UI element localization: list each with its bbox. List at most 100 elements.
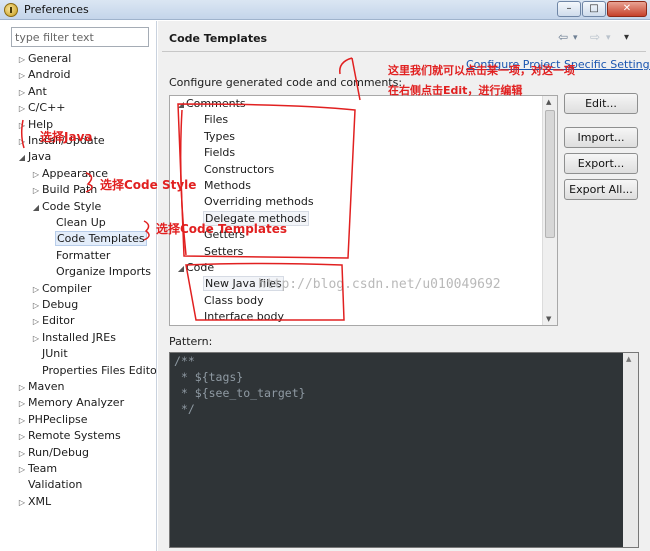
tree-item-phpeclipse[interactable]: ▷ PHPeclipse xyxy=(16,412,88,428)
tree-item-maven[interactable]: ▷ Maven xyxy=(16,379,65,396)
template-constructors[interactable]: Constructors xyxy=(204,162,274,178)
tree-item-formatter[interactable]: Formatter xyxy=(44,248,110,264)
tree-item-label: Team xyxy=(28,462,58,475)
tree-item-label: Code Style xyxy=(42,199,102,213)
edit-button[interactable]: Edit... xyxy=(564,93,638,114)
tree-item-team[interactable]: ▷ Team xyxy=(16,461,57,477)
tree-item-code-templates[interactable]: Code Templates xyxy=(44,231,147,247)
forward-menu-icon[interactable]: ▾ xyxy=(606,33,611,43)
tree-item-code-style[interactable]: ◢ Code Style xyxy=(30,199,101,215)
expand-arrow-icon[interactable]: ▷ xyxy=(30,298,42,314)
tree-item-clean-up[interactable]: Clean Up xyxy=(44,215,106,231)
template-interface-body[interactable]: Interface body xyxy=(204,309,284,325)
expand-arrow-icon[interactable]: ▷ xyxy=(16,462,28,478)
tree-item-label: Run/Debug xyxy=(28,445,89,459)
pattern-editor[interactable]: /** * ${tags} * ${see_to_target} */ ▲ xyxy=(169,352,639,548)
filter-input[interactable] xyxy=(11,27,149,47)
template-methods[interactable]: Methods xyxy=(204,178,251,194)
window-title-bar[interactable]: Preferences – □ ✕ xyxy=(0,0,650,20)
scroll-thumb[interactable] xyxy=(545,110,555,238)
expand-arrow-icon[interactable]: ▷ xyxy=(16,446,28,462)
template-files[interactable]: Files xyxy=(204,112,228,128)
tree-item-remote-systems[interactable]: ▷ Remote Systems xyxy=(16,428,121,444)
tree-item-java[interactable]: ◢ Java xyxy=(16,149,51,165)
template-setters[interactable]: Setters xyxy=(204,244,243,260)
annotation-note-line2: 在右侧点击Edit，进行编辑 xyxy=(388,84,523,97)
expand-arrow-icon[interactable]: ▷ xyxy=(30,282,42,298)
tree-item-label: Memory Analyzer xyxy=(28,396,125,410)
collapse-arrow-icon[interactable]: ◢ xyxy=(30,200,42,216)
collapse-arrow-icon[interactable]: ◢ xyxy=(176,261,186,277)
tree-item-installed-jres[interactable]: ▷ Installed JREs xyxy=(30,330,116,346)
tree-item-build-path[interactable]: ▷ Build Path xyxy=(30,182,97,198)
scroll-down-icon[interactable]: ▼ xyxy=(546,315,551,323)
export-all-button[interactable]: Export All... xyxy=(564,179,638,200)
view-menu-icon[interactable]: ▾ xyxy=(624,32,629,43)
tree-item-c-c[interactable]: ▷ C/C++ xyxy=(16,100,66,116)
tree-item-validation[interactable]: Validation xyxy=(16,477,82,493)
tree-item-compiler[interactable]: ▷ Compiler xyxy=(30,281,92,297)
forward-arrow-icon[interactable]: ⇨ xyxy=(590,30,600,44)
tree-item-editor[interactable]: ▷ Editor xyxy=(30,313,75,329)
pattern-scrollbar[interactable]: ▲ xyxy=(623,353,638,547)
close-button[interactable]: ✕ xyxy=(607,1,647,17)
template-code[interactable]: ◢ Code xyxy=(176,260,214,276)
template-types[interactable]: Types xyxy=(204,129,235,145)
tree-item-xml[interactable]: ▷ XML xyxy=(16,494,51,510)
tree-item-label: Java xyxy=(28,150,52,164)
expand-arrow-icon[interactable]: ▷ xyxy=(16,118,28,134)
expand-arrow-icon[interactable]: ▷ xyxy=(16,134,28,150)
expand-arrow-icon[interactable]: ▷ xyxy=(16,85,28,101)
expand-arrow-icon[interactable]: ▷ xyxy=(16,68,28,84)
expand-arrow-icon[interactable]: ▷ xyxy=(16,429,28,445)
collapse-arrow-icon[interactable]: ◢ xyxy=(176,97,186,113)
annotation-note-line1: 这里我们就可以点击某一项，对这一项 xyxy=(388,64,575,77)
tree-item-memory-analyzer[interactable]: ▷ Memory Analyzer xyxy=(16,395,124,411)
expand-arrow-icon[interactable]: ▷ xyxy=(30,331,42,347)
tree-item-label: Ant xyxy=(28,84,47,98)
tree-item-general[interactable]: ▷ General xyxy=(16,51,71,67)
expand-arrow-icon[interactable]: ▷ xyxy=(30,167,42,183)
expand-arrow-icon[interactable]: ▷ xyxy=(16,101,28,117)
tree-item-android[interactable]: ▷ Android xyxy=(16,67,71,83)
tree-item-label: General xyxy=(28,52,72,65)
tree-item-run-debug[interactable]: ▷ Run/Debug xyxy=(16,445,89,461)
tree-item-organize-imports[interactable]: Organize Imports xyxy=(44,264,151,280)
tree-item-label: Appearance xyxy=(42,166,109,180)
back-arrow-icon[interactable]: ⇦ xyxy=(558,30,568,44)
tree-item-debug[interactable]: ▷ Debug xyxy=(30,297,78,313)
tree-item-label: Properties Files Edito xyxy=(42,363,157,377)
expand-arrow-icon[interactable]: ▷ xyxy=(16,413,28,429)
expand-arrow-icon[interactable]: ▷ xyxy=(16,52,28,68)
pattern-scroll-up-icon[interactable]: ▲ xyxy=(626,355,631,363)
maximize-button[interactable]: □ xyxy=(582,1,606,17)
template-label: Constructors xyxy=(204,162,275,176)
template-comments[interactable]: ◢ Comments xyxy=(176,96,246,112)
expand-arrow-icon[interactable]: ▷ xyxy=(16,380,28,396)
collapse-arrow-icon[interactable]: ◢ xyxy=(16,150,28,166)
tree-item-label: Editor xyxy=(42,314,75,328)
scroll-up-icon[interactable]: ▲ xyxy=(546,98,551,106)
minimize-button[interactable]: – xyxy=(557,1,581,17)
expand-arrow-icon[interactable]: ▷ xyxy=(16,495,28,511)
template-label: Class body xyxy=(204,293,264,307)
template-label: Fields xyxy=(204,146,236,160)
tree-item-junit[interactable]: JUnit xyxy=(30,346,68,362)
tree-item-appearance[interactable]: ▷ Appearance xyxy=(30,166,108,182)
annotation-select-code-style: 选择Code Style xyxy=(100,178,197,192)
expand-arrow-icon[interactable]: ▷ xyxy=(16,396,28,412)
template-class-body[interactable]: Class body xyxy=(204,293,264,309)
tree-item-properties-files-edito[interactable]: Properties Files Edito xyxy=(30,363,157,379)
tree-item-ant[interactable]: ▷ Ant xyxy=(16,84,47,100)
export-button[interactable]: Export... xyxy=(564,153,638,174)
back-menu-icon[interactable]: ▾ xyxy=(573,33,578,43)
template-overriding-methods[interactable]: Overriding methods xyxy=(204,194,314,210)
import-button[interactable]: Import... xyxy=(564,127,638,148)
pattern-label: Pattern: xyxy=(169,335,213,348)
pattern-code[interactable]: /** * ${tags} * ${see_to_target} */ xyxy=(174,353,306,417)
title-separator xyxy=(162,51,646,52)
templates-scrollbar[interactable]: ▲ ▼ xyxy=(542,96,557,325)
expand-arrow-icon[interactable]: ▷ xyxy=(30,314,42,330)
template-fields[interactable]: Fields xyxy=(204,145,235,161)
expand-arrow-icon[interactable]: ▷ xyxy=(30,183,42,199)
